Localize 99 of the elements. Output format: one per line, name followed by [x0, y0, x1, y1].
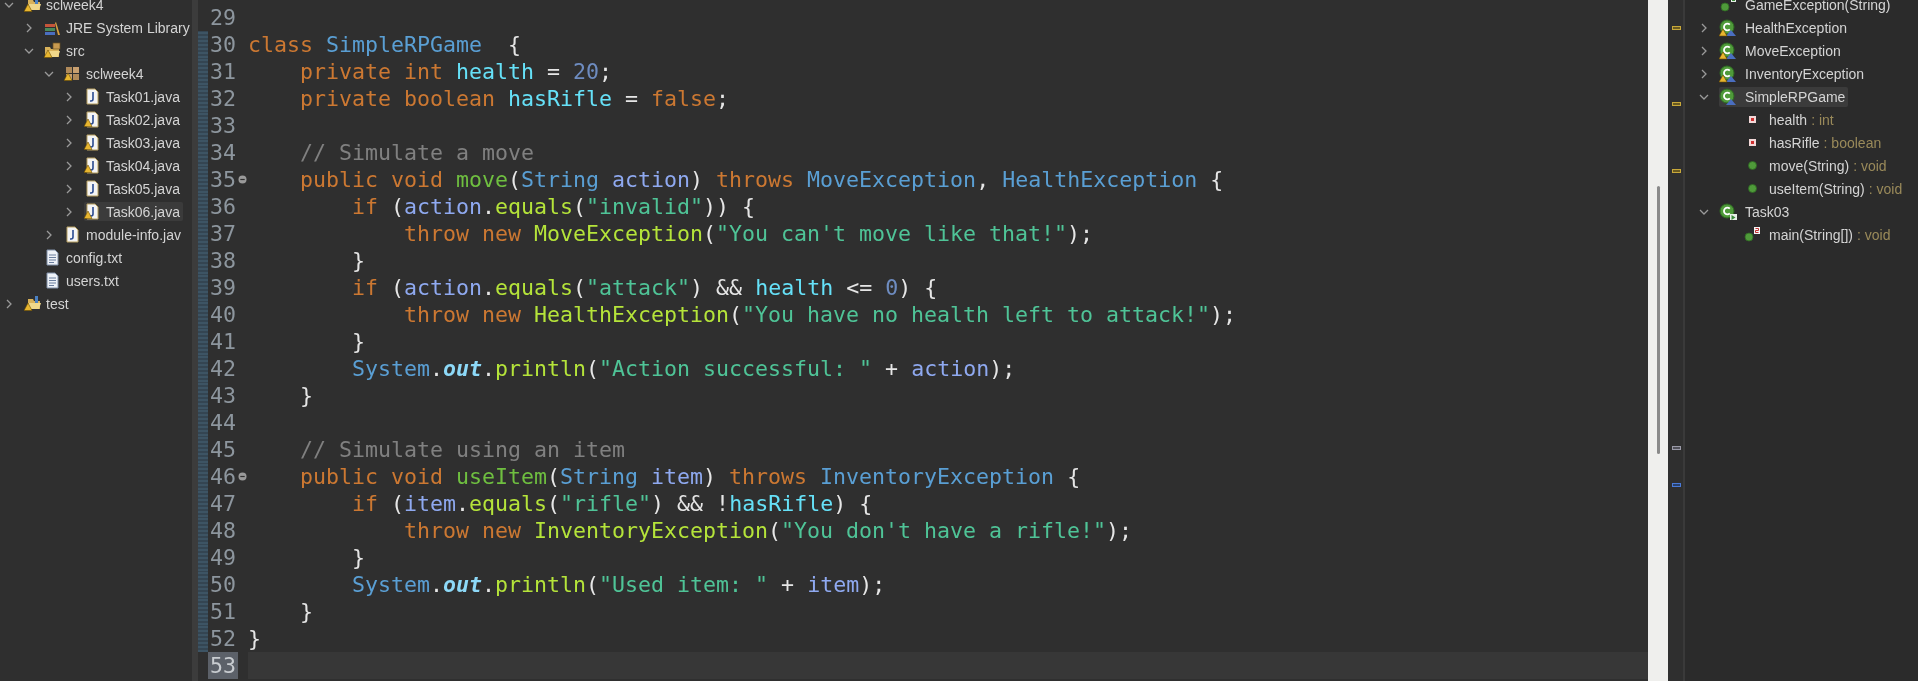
- tree-item-label[interactable]: src: [66, 42, 85, 59]
- code-line: public void useItem(String item) throws InventoryException {: [299, 463, 1082, 490]
- tree-item-label[interactable]: Task05.java: [106, 180, 180, 197]
- collapse-chevron-icon[interactable]: [4, 0, 14, 10]
- expand-chevron-icon[interactable]: [1699, 68, 1709, 79]
- code-line: throw new MoveException("You can't move like that!");: [403, 220, 1095, 247]
- expand-chevron-icon[interactable]: [64, 160, 74, 171]
- field-square-icon: [1748, 139, 1756, 146]
- expand-chevron-icon[interactable]: [64, 183, 74, 194]
- line-number: 41: [209, 328, 237, 355]
- outline-item-label[interactable]: GameException(String): [1745, 0, 1891, 13]
- expand-chevron-icon[interactable]: [64, 91, 74, 102]
- tree-item-label[interactable]: Task06.java: [106, 203, 180, 220]
- code-line: throw new HealthException("You have no health left to attack!");: [403, 301, 1238, 328]
- annotation-mark[interactable]: [1672, 446, 1681, 450]
- tree-item-label[interactable]: Task03.java: [106, 134, 180, 151]
- line-number: 46: [209, 463, 237, 490]
- annotation-mark[interactable]: [1672, 26, 1681, 30]
- code-line: }: [351, 544, 366, 571]
- line-number: 43: [209, 382, 237, 409]
- scrollbar[interactable]: [1648, 0, 1668, 681]
- code-line: System.out.println("Action successful: " + action);: [351, 355, 1017, 382]
- annotation-mark[interactable]: [1672, 483, 1681, 487]
- expand-chevron-icon[interactable]: [64, 137, 74, 148]
- code-line: }: [299, 598, 314, 625]
- code-line: if (action.equals("invalid")) {: [351, 193, 757, 220]
- code-line: }: [248, 625, 262, 652]
- line-number: 33: [209, 112, 237, 139]
- code-line: class SimpleRPGame {: [248, 31, 523, 58]
- line-number: 50: [209, 571, 237, 598]
- selected-tree-item[interactable]: Task06.java: [84, 202, 183, 221]
- line-number: 51: [209, 598, 237, 625]
- annotation-mark[interactable]: [1672, 169, 1681, 173]
- tree-item-label[interactable]: Task01.java: [106, 88, 180, 105]
- expand-chevron-icon[interactable]: [1699, 22, 1709, 33]
- outline-item-label[interactable]: main(String[]) : void: [1769, 226, 1891, 243]
- tree-item-label[interactable]: config.txt: [66, 249, 123, 266]
- line-number: 48: [209, 517, 237, 544]
- line-number: 47: [209, 490, 237, 517]
- line-number: 29: [209, 4, 237, 31]
- method-dot-icon: [1747, 184, 1757, 193]
- line-number: 35: [209, 166, 237, 193]
- code-line: public void move(String action) throws MoveException, HealthException {: [299, 166, 1225, 193]
- code-line: if (item.equals("rifle") && !hasRifle) {: [351, 490, 874, 517]
- tree-item-label[interactable]: sclweek4: [86, 65, 144, 82]
- code-line: // Simulate using an item: [299, 436, 626, 463]
- code-line: }: [351, 328, 366, 355]
- method-dot-icon: [1747, 161, 1757, 170]
- line-number: 30: [209, 31, 237, 58]
- line-number: 45: [209, 436, 237, 463]
- code-line: System.out.println("Used item: " + item);: [351, 571, 887, 598]
- outline-item-label[interactable]: move(String) : void: [1769, 157, 1887, 174]
- tree-item-label[interactable]: users.txt: [66, 272, 119, 289]
- line-number: 40: [209, 301, 237, 328]
- tree-item-label[interactable]: sclweek4: [46, 0, 104, 13]
- expand-chevron-icon[interactable]: [64, 206, 74, 217]
- outline-item-label[interactable]: health : int: [1769, 111, 1834, 128]
- annotation-mark[interactable]: [1672, 102, 1681, 106]
- line-number: 36: [209, 193, 237, 220]
- code-line: private int health = 20;: [299, 58, 614, 85]
- code-line: if (action.equals("attack") && health <= 0) {: [351, 274, 939, 301]
- code-line: private boolean hasRifle = false;: [299, 85, 731, 112]
- line-number: 39: [209, 274, 237, 301]
- expand-chevron-icon[interactable]: [1699, 45, 1709, 56]
- line-number: 32: [209, 85, 237, 112]
- line-number: 53: [208, 652, 238, 679]
- tree-item-label[interactable]: JRE System Library: [66, 19, 190, 36]
- field-square-icon: [1748, 116, 1756, 123]
- outline-item-label[interactable]: InventoryException: [1745, 65, 1865, 82]
- outline-item-label[interactable]: hasRifle : boolean: [1769, 134, 1882, 151]
- outline-item-label[interactable]: HealthException: [1745, 19, 1847, 36]
- line-number: 38: [209, 247, 237, 274]
- expand-chevron-icon[interactable]: [24, 22, 34, 33]
- line-number: 34: [209, 139, 237, 166]
- fold-icon[interactable]: [238, 175, 247, 184]
- line-number: 49: [209, 544, 237, 571]
- tree-item-label[interactable]: Task04.java: [106, 157, 180, 174]
- code-line: }: [299, 382, 314, 409]
- line-number: 44: [209, 409, 237, 436]
- scrollbar-thumb[interactable]: [1657, 186, 1660, 454]
- outline-item-label[interactable]: useItem(String) : void: [1769, 180, 1903, 197]
- code-line: throw new InventoryException("You don't have a rifle!");: [403, 517, 1134, 544]
- line-number: 42: [209, 355, 237, 382]
- outline-item-label[interactable]: Task03: [1745, 203, 1790, 220]
- selected-tree-item[interactable]: SimpleRPGame: [1719, 86, 1849, 107]
- tree-item-label[interactable]: Task02.java: [106, 111, 180, 128]
- expand-chevron-icon[interactable]: [4, 298, 14, 309]
- expand-chevron-icon[interactable]: [44, 229, 54, 240]
- expand-chevron-icon[interactable]: [64, 114, 74, 125]
- outline-item-label[interactable]: SimpleRPGame: [1745, 88, 1846, 105]
- code-line: // Simulate a move: [299, 139, 535, 166]
- tree-item-label[interactable]: module-info.jav: [86, 226, 181, 243]
- code-line: }: [351, 247, 366, 274]
- line-number: 37: [209, 220, 237, 247]
- line-number: 52: [209, 625, 237, 652]
- fold-icon[interactable]: [238, 472, 247, 481]
- tree-item-label[interactable]: test: [46, 295, 69, 312]
- line-number: 31: [209, 58, 237, 85]
- outline-item-label[interactable]: MoveException: [1745, 42, 1841, 59]
